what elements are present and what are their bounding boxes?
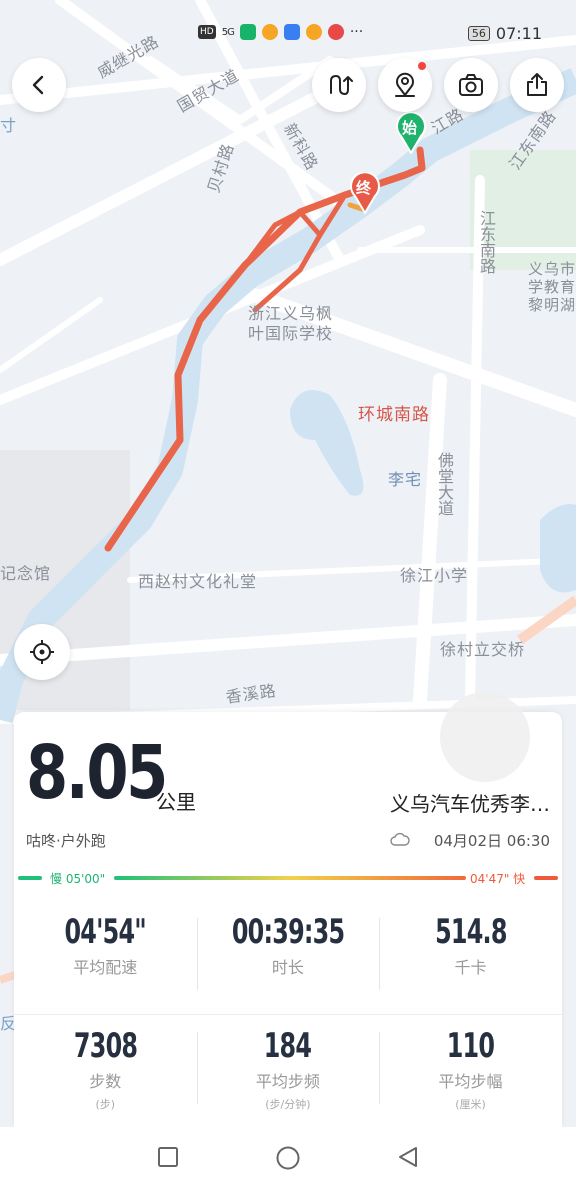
system-nav-bar	[0, 1127, 576, 1188]
back-arrow-icon	[32, 75, 44, 95]
battery-icon: 56	[467, 26, 490, 41]
square-icon	[158, 1147, 178, 1167]
route-swap-button[interactable]	[312, 58, 366, 112]
stat-label: 千卡	[454, 958, 487, 977]
stat-value: 184	[264, 1026, 312, 1066]
home-button[interactable]	[275, 1145, 301, 1175]
map-label-place: 记念馆	[0, 564, 52, 583]
stat-value: 514.8	[434, 912, 507, 952]
map-label-edge: 寸	[0, 116, 18, 135]
weibo-icon	[261, 24, 278, 40]
signal-icon: 5G	[221, 26, 235, 38]
back-nav-button[interactable]	[396, 1145, 420, 1173]
distance-value: 8.05	[26, 730, 168, 816]
stat-value: 00:39:35	[231, 912, 345, 952]
map-label-place: 义乌市 学教育 黎明湖	[528, 260, 576, 314]
pace-gradient-bar	[114, 876, 466, 880]
cloud-icon	[390, 832, 410, 846]
stat-avg-pace: 04'54" 平均配速	[14, 912, 197, 978]
divider	[14, 1014, 562, 1015]
status-bar: HD 5G ··· 56 07:11	[0, 18, 576, 50]
group-name[interactable]: 义乌汽车优秀李…	[390, 788, 550, 817]
activity-type: 咕咚·户外跑	[26, 832, 106, 850]
hd-indicator: HD	[198, 25, 216, 39]
route-swap-icon	[330, 75, 353, 95]
stat-duration: 00:39:35 时长	[196, 912, 380, 990]
stat-calories: 514.8 千卡	[379, 912, 562, 990]
workout-summary-card: 8.05 公里 义乌汽车优秀李… 咕咚·户外跑 04月02日 06:30 慢 0…	[14, 692, 562, 1127]
pace-legend: 慢 05'00" 04'47" 快	[18, 870, 558, 886]
stat-label: 平均步幅	[438, 1072, 503, 1091]
location-pin-button[interactable]	[378, 58, 432, 112]
map-label-road: 江东南路	[477, 210, 496, 274]
locate-button[interactable]	[14, 624, 70, 680]
start-marker[interactable]: 始	[396, 112, 426, 154]
map-label-road: 环城南路	[358, 405, 430, 425]
stat-steps: 7308 步数 (步)	[14, 1026, 197, 1112]
stat-unit: (厘米)	[455, 1098, 486, 1111]
triangle-back-icon	[399, 1147, 417, 1167]
pace-slow-label: 慢 05'00"	[50, 872, 106, 886]
avatar[interactable]	[440, 692, 530, 782]
weibo-icon	[305, 24, 322, 40]
notification-dot	[418, 62, 426, 70]
map-label-school: 浙江义乌枫 叶国际学校	[248, 304, 334, 343]
more-notifications-icon: ···	[349, 24, 364, 40]
locate-crosshair-icon	[30, 640, 54, 664]
stat-label: 步数	[89, 1072, 122, 1091]
stat-unit: (步/分钟)	[265, 1098, 311, 1111]
camera-icon	[459, 74, 483, 96]
share-button[interactable]	[510, 58, 564, 112]
pace-fast-label: 04'47" 快	[470, 872, 526, 886]
distance-unit: 公里	[156, 790, 196, 814]
pace-bar-slow-segment	[18, 876, 42, 880]
stat-label: 平均步频	[255, 1072, 320, 1091]
stats-row-primary: 04'54" 平均配速 00:39:35 时长 514.8 千卡	[14, 912, 562, 990]
clock: 07:11	[495, 24, 542, 43]
stat-value: 7308	[73, 1026, 138, 1066]
location-pin-icon	[395, 72, 415, 97]
map-label-place: 李宅	[388, 470, 423, 489]
share-icon	[527, 73, 547, 96]
start-marker-label: 始	[402, 119, 418, 137]
circle-icon	[276, 1146, 300, 1170]
date-time: 04月02日 06:30	[433, 832, 550, 850]
weibo-icon	[327, 24, 344, 40]
stat-unit: (步)	[95, 1098, 116, 1111]
stat-cadence: 184 平均步频 (步/分钟)	[196, 1026, 380, 1112]
stat-value: 04'54"	[64, 912, 147, 952]
map-label-road: 佛堂大道	[435, 452, 454, 516]
back-button[interactable]	[12, 58, 66, 112]
stat-stride: 110 平均步幅 (厘米)	[379, 1026, 562, 1112]
stats-row-secondary: 7308 步数 (步) 184 平均步频 (步/分钟) 110 平均步幅 (厘米…	[14, 1026, 562, 1112]
pace-bar-fast-segment	[534, 876, 558, 880]
end-marker-label: 终	[356, 179, 372, 197]
stat-value: 110	[446, 1026, 495, 1066]
stat-label: 时长	[271, 958, 304, 977]
map-label-place: 西赵村文化礼堂	[138, 572, 258, 591]
qq-icon	[283, 24, 300, 40]
stat-label: 平均配速	[73, 958, 138, 977]
recents-button[interactable]	[156, 1145, 180, 1173]
map-label-place: 徐村立交桥	[440, 640, 526, 659]
app-notification-icon	[239, 24, 256, 40]
end-marker[interactable]: 终	[350, 172, 380, 214]
map-label-place: 徐江小学	[400, 566, 469, 585]
camera-button[interactable]	[444, 58, 498, 112]
